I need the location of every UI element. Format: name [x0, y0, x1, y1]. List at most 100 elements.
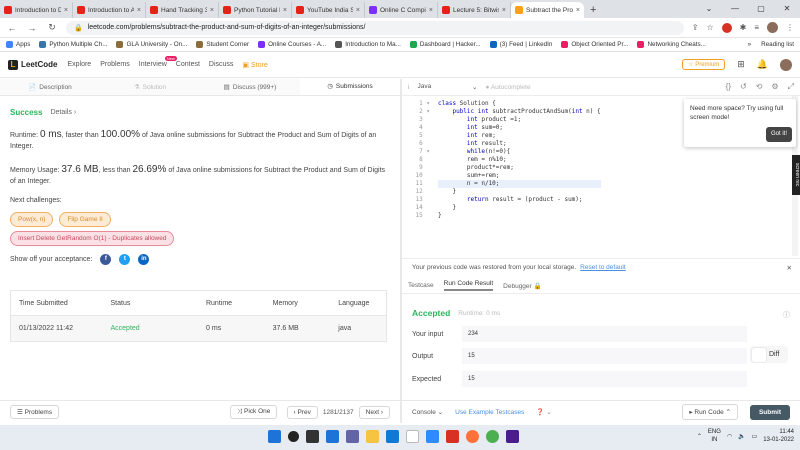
bookmark-item[interactable]: Student Corner	[196, 41, 249, 48]
bookmark-item[interactable]: Object Oriented Pr...	[561, 41, 628, 48]
browser-tab[interactable]: Online C Compile ×	[365, 2, 438, 18]
table-row[interactable]: 01/13/2022 11:42 Accepted 0 ms 37.6 MB j…	[11, 316, 386, 341]
star-icon[interactable]: ☆	[706, 23, 713, 32]
edge-icon[interactable]	[386, 430, 399, 443]
clock[interactable]: 11:44 13-01-2022	[763, 428, 794, 444]
language-select[interactable]: Java ⌄	[417, 83, 477, 91]
wifi-icon[interactable]: ◠	[727, 433, 732, 440]
nav-store[interactable]: ▣ Store	[242, 61, 267, 69]
reset-default-link[interactable]: Reset to default	[580, 264, 626, 271]
profile-avatar[interactable]	[767, 22, 778, 33]
bookmark-item[interactable]: Networking Cheats...	[637, 41, 706, 48]
help-icon[interactable]: ⓘ	[783, 310, 790, 320]
bookmark-item[interactable]: Dashboard | Hacker...	[409, 41, 481, 48]
zoom-icon[interactable]	[426, 430, 439, 443]
menu-list-icon[interactable]: ≡	[754, 23, 759, 32]
windows-start-icon[interactable]	[268, 430, 281, 443]
tab-testcase[interactable]: Testcase	[408, 282, 434, 289]
search-icon[interactable]	[288, 431, 299, 442]
tab-close-icon[interactable]: ×	[356, 7, 360, 14]
kebab-menu-icon[interactable]: ⋮	[786, 23, 794, 32]
share-icon[interactable]: ⇪	[692, 23, 699, 32]
challenge-chip[interactable]: Pow(x, n)	[10, 212, 54, 227]
nav-interview[interactable]: Interview New	[139, 55, 177, 69]
tab-search-icon[interactable]: ⌄	[696, 0, 722, 18]
linkedin-icon[interactable]: in	[138, 254, 150, 265]
challenge-chip[interactable]: Flip Game II	[59, 212, 111, 227]
minimize-icon[interactable]: —	[722, 0, 748, 18]
bookmark-item[interactable]: Apps	[6, 41, 30, 48]
details-link[interactable]: Details ›	[50, 109, 76, 116]
code-line[interactable]: product*=rem;	[438, 164, 601, 172]
code-line[interactable]: int result;	[438, 140, 601, 148]
code-line[interactable]: n = n/10;	[438, 180, 601, 188]
tab-close-icon[interactable]: ×	[429, 7, 433, 14]
fullscreen-icon[interactable]: ⤢	[788, 82, 794, 92]
nav-contest[interactable]: Contest	[176, 61, 200, 69]
browser-tab[interactable]: Python Tutorial F ×	[219, 2, 292, 18]
browser-tab[interactable]: Lecture 5: Bitwise×	[438, 2, 511, 18]
bookmark-item[interactable]: Python Multiple Ch...	[39, 41, 107, 48]
got-it-button[interactable]: Got it!	[765, 127, 792, 142]
cell-status[interactable]: Accepted	[111, 325, 206, 332]
twitter-icon[interactable]: t	[119, 254, 131, 265]
tab-close-icon[interactable]: ×	[502, 7, 506, 14]
reload-icon[interactable]: ↻	[46, 22, 58, 33]
code-line[interactable]: }	[438, 188, 601, 196]
nav-explore[interactable]: Explore	[67, 61, 91, 69]
browser-tab[interactable]: Hand Tracking 30 ×	[146, 2, 219, 18]
console-toggle[interactable]: Console ⌄	[412, 408, 443, 416]
tray-chevron-icon[interactable]: ⌃	[697, 433, 702, 440]
bookmark-item[interactable]: Online Courses - A...	[258, 41, 326, 48]
tab-close-icon[interactable]: ×	[283, 7, 287, 14]
back-arrow-icon[interactable]: ←	[6, 23, 18, 33]
help-icon[interactable]: ❓ ⌄	[536, 408, 551, 416]
pick-one-button[interactable]: ⤨ Pick One	[230, 405, 278, 419]
reading-list[interactable]: Reading list	[761, 41, 794, 48]
diff-toggle[interactable]: Diff	[750, 346, 788, 363]
tab-close-icon[interactable]: ×	[64, 7, 68, 14]
store-app-icon[interactable]	[406, 430, 419, 443]
tab-debugger[interactable]: Debugger 🔒	[503, 282, 541, 290]
code-line[interactable]: int product =1;	[438, 116, 601, 124]
tab-solution[interactable]: ⚗ Solution	[100, 79, 200, 95]
code-line[interactable]: sum+=rem;	[438, 172, 601, 180]
chrome-icon[interactable]	[486, 430, 499, 443]
teams-chat-icon[interactable]	[346, 430, 359, 443]
intellij-icon[interactable]	[506, 430, 519, 443]
extension-icon[interactable]	[721, 22, 732, 33]
puzzle-icon[interactable]: ✱	[740, 23, 747, 32]
battery-icon[interactable]: ▭	[752, 433, 758, 440]
next-button[interactable]: Next ›	[358, 405, 390, 419]
code-line[interactable]: rem = n%10;	[438, 156, 601, 164]
retrieve-icon[interactable]: ⟲	[756, 82, 763, 92]
bookmark-item[interactable]: (3) Feed | LinkedIn	[489, 41, 552, 48]
notification-bell-icon[interactable]: 🔔	[757, 59, 768, 70]
code-line[interactable]: class Solution {	[438, 100, 601, 108]
reset-icon[interactable]: ↺	[740, 82, 747, 92]
code-line[interactable]: }	[438, 212, 601, 220]
submit-button[interactable]: Submit	[749, 404, 790, 420]
tab-close-icon[interactable]: ×	[210, 7, 214, 14]
tab-run-code-result[interactable]: Run Code Result	[443, 280, 494, 291]
leetcode-logo[interactable]: L LeetCode	[8, 59, 57, 70]
playground-icon[interactable]: ⊞	[737, 59, 745, 70]
new-tab-button[interactable]: +	[584, 2, 602, 18]
pick-icon[interactable]: {}	[726, 82, 731, 92]
code-line[interactable]: int sum=0;	[438, 124, 601, 132]
close-window-icon[interactable]: ✕	[774, 0, 800, 18]
browser-tab[interactable]: Introduction to AI ×	[73, 2, 146, 18]
code-line[interactable]: public int subtractProductAndSum(int n) …	[438, 108, 600, 116]
settings-icon[interactable]: ⚙	[771, 82, 778, 92]
language-indicator[interactable]: ENG IN	[708, 428, 721, 444]
file-explorer-icon[interactable]	[366, 430, 379, 443]
browser-tab[interactable]: Introduction to Da×	[0, 2, 73, 18]
code-line[interactable]: }	[438, 204, 601, 212]
run-code-button[interactable]: ▸ Run Code ⌃	[682, 404, 738, 420]
nav-problems[interactable]: Problems	[100, 61, 130, 69]
code-line[interactable]: while(n!=0){	[438, 148, 601, 156]
user-avatar[interactable]	[780, 58, 792, 71]
code-line[interactable]: int rem;	[438, 132, 601, 140]
tab-description[interactable]: 📄 Description	[0, 79, 100, 95]
widgets-icon[interactable]	[326, 430, 339, 443]
